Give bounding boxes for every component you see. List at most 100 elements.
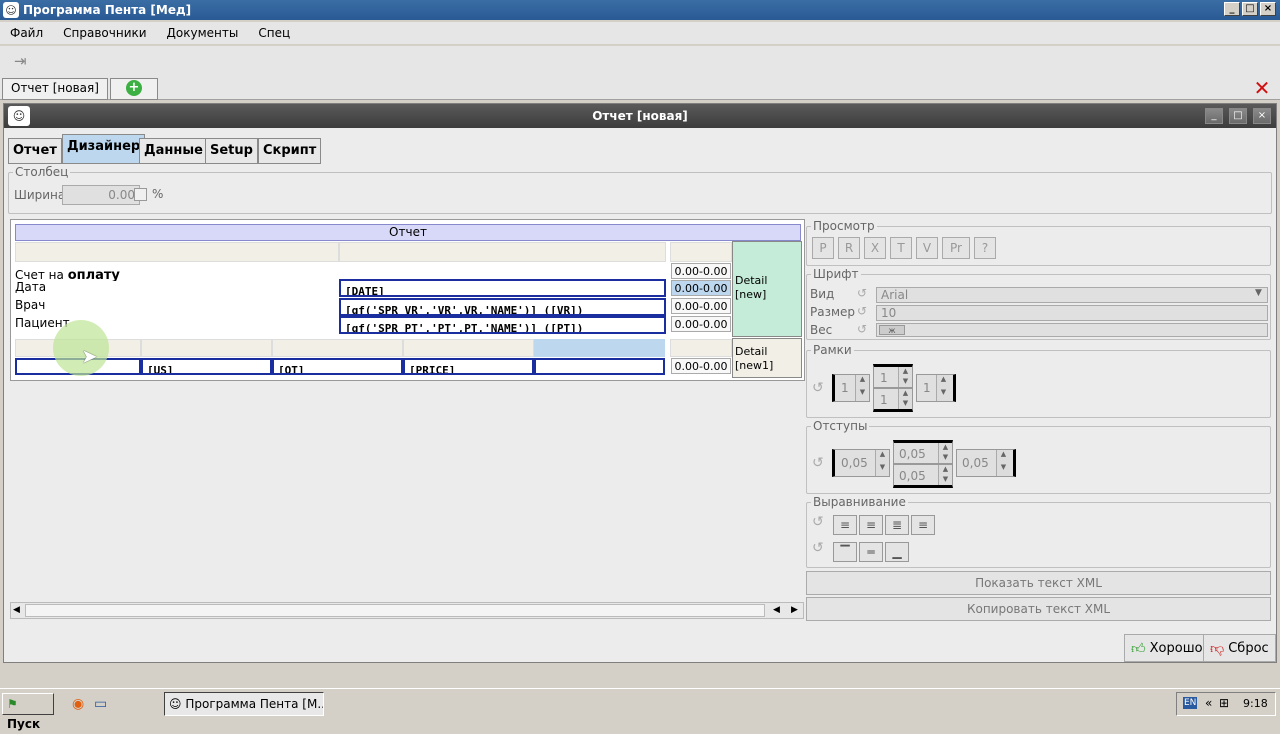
font-weight-field[interactable]: ж	[876, 323, 1268, 337]
reset-icon[interactable]: ↺	[812, 455, 824, 471]
taskbar-app-button[interactable]: ☺ Программа Пента [М...	[164, 692, 324, 716]
preview-v-button[interactable]: V	[916, 237, 938, 259]
align-center-icon[interactable]: ≡	[859, 515, 883, 535]
language-indicator[interactable]: EN	[1183, 697, 1198, 709]
border-left-stepper[interactable]: 1 ▲ ▼	[832, 374, 870, 402]
date-label[interactable]: Дата	[15, 280, 339, 297]
show-xml-button[interactable]: Показать текст XML	[806, 571, 1271, 595]
preview-pr-button[interactable]: Pr	[942, 237, 970, 259]
detail-new1-label[interactable]: Detail [new1]	[732, 338, 802, 378]
row-range[interactable]: 0.00-0.00	[671, 298, 731, 314]
menu-file[interactable]: Файл	[0, 26, 53, 40]
reset-icon[interactable]: ↺	[857, 286, 867, 300]
desktop-icon[interactable]: ▭	[94, 696, 107, 712]
padding-top-stepper[interactable]: 0,05 ▲ ▼	[893, 440, 953, 464]
detail-new-label[interactable]: Detail [new]	[732, 241, 802, 337]
detail-field[interactable]	[534, 358, 665, 375]
inner-minimize-button[interactable]: _	[1205, 108, 1223, 124]
chevron-down-icon[interactable]: ▼	[1255, 288, 1262, 298]
menu-references[interactable]: Справочники	[53, 26, 156, 40]
inner-maximize-button[interactable]: □	[1229, 108, 1247, 124]
start-button[interactable]: ⚑ Пуск	[2, 693, 54, 731]
spin-down-icon[interactable]: ▼	[898, 399, 912, 409]
preview-t-button[interactable]: T	[890, 237, 912, 259]
spin-up-icon[interactable]: ▲	[898, 367, 912, 377]
clock[interactable]: 9:18	[1243, 697, 1268, 710]
tray-expand-icon[interactable]: «	[1205, 696, 1212, 710]
padding-left-stepper[interactable]: 0,05 ▲ ▼	[832, 449, 890, 477]
preview-help-button[interactable]: ?	[974, 237, 996, 259]
valign-bottom-icon[interactable]: ▁	[885, 542, 909, 562]
spin-down-icon[interactable]: ▼	[938, 475, 952, 485]
copy-xml-button[interactable]: Копировать текст XML	[806, 597, 1271, 621]
designer-canvas[interactable]: Отчет Счет на оплату 0.00-0.00 Дата [DAT…	[10, 219, 805, 381]
close-button[interactable]: ×	[1260, 2, 1276, 16]
align-right-icon[interactable]: ≡	[911, 515, 935, 535]
doctor-label[interactable]: Врач	[15, 298, 339, 315]
padding-bottom-stepper[interactable]: 0,05 ▲ ▼	[893, 464, 953, 488]
inner-close-button[interactable]: ×	[1253, 108, 1271, 124]
doc-tab-report-new[interactable]: Отчет [новая]	[2, 78, 108, 100]
spin-up-icon[interactable]: ▲	[938, 465, 952, 475]
reset-icon[interactable]: ↺	[812, 540, 824, 556]
tab-data[interactable]: Данные	[139, 138, 208, 164]
spin-down-icon[interactable]: ▼	[938, 453, 952, 463]
width-input[interactable]: 0.00	[62, 185, 140, 205]
scroll-right-icon[interactable]: ▶	[791, 605, 798, 615]
row-range[interactable]: 0.00-0.00	[671, 280, 731, 296]
row-range[interactable]: 0.00-0.00	[671, 358, 731, 374]
ok-button[interactable]: 👍︎ Хорошо	[1124, 634, 1210, 662]
maximize-button[interactable]: □	[1242, 2, 1258, 16]
firefox-icon[interactable]: ◉	[72, 696, 84, 712]
add-tab-button[interactable]: +	[110, 78, 158, 100]
font-size-input[interactable]: 10	[876, 305, 1268, 321]
menu-special[interactable]: Спец	[248, 26, 300, 40]
row-range[interactable]: 0.00-0.00	[671, 316, 731, 332]
spin-up-icon[interactable]: ▲	[996, 450, 1010, 463]
align-left-icon[interactable]: ≡	[833, 515, 857, 535]
reset-icon[interactable]: ↺	[812, 380, 824, 396]
tab-setup[interactable]: Setup	[205, 138, 258, 164]
padding-right-stepper[interactable]: 0,05 ▲ ▼	[956, 449, 1016, 477]
price-field[interactable]: [PRICE]	[403, 358, 534, 375]
spin-down-icon[interactable]: ▼	[855, 388, 869, 401]
border-top-stepper[interactable]: 1 ▲ ▼	[873, 364, 913, 388]
percent-checkbox[interactable]	[134, 188, 147, 201]
close-doc-icon[interactable]: ✕	[1252, 78, 1272, 98]
scroll-left-icon[interactable]: ◀	[13, 605, 20, 615]
row-range[interactable]: 0.00-0.00	[671, 263, 731, 279]
font-family-select[interactable]: Arial	[876, 287, 1268, 303]
tab-script[interactable]: Скрипт	[258, 138, 322, 164]
doctor-field[interactable]: [gf('SPR_VR','VR',VR,'NAME')] ([VR])	[339, 298, 666, 316]
service-field[interactable]: [US]	[141, 358, 272, 375]
reset-icon[interactable]: ↺	[857, 304, 867, 318]
spin-down-icon[interactable]: ▼	[875, 463, 889, 476]
date-field[interactable]: [DATE]	[339, 279, 666, 297]
spin-up-icon[interactable]: ▲	[898, 389, 912, 399]
font-weight-toggle[interactable]: ж	[879, 325, 905, 335]
reset-button[interactable]: 👎︎ Сброс	[1203, 634, 1276, 662]
scroll-thumb[interactable]	[25, 604, 765, 617]
patient-field[interactable]: [gf('SPR_PT','PT',PT,'NAME')] ([PT])	[339, 316, 666, 334]
border-bottom-stepper[interactable]: 1 ▲ ▼	[873, 388, 913, 412]
valign-top-icon[interactable]: ▔	[833, 542, 857, 562]
menu-documents[interactable]: Документы	[157, 26, 249, 40]
tab-report[interactable]: Отчет	[8, 138, 62, 164]
minimize-button[interactable]: _	[1224, 2, 1240, 16]
preview-p-button[interactable]: P	[812, 237, 834, 259]
quantity-field[interactable]: [QT]	[272, 358, 403, 375]
scroll-left-icon[interactable]: ◀	[773, 605, 780, 615]
spin-up-icon[interactable]: ▲	[938, 443, 952, 453]
reset-icon[interactable]: ↺	[812, 514, 824, 530]
preview-x-button[interactable]: X	[864, 237, 886, 259]
spin-up-icon[interactable]: ▲	[875, 450, 889, 463]
designer-scrollbar[interactable]: ◀ ◀ ▶	[10, 602, 804, 619]
spin-down-icon[interactable]: ▼	[898, 377, 912, 387]
preview-r-button[interactable]: R	[838, 237, 860, 259]
invoice-label[interactable]: Счет на оплату	[15, 264, 339, 281]
tab-designer[interactable]: Дизайнер	[62, 134, 146, 164]
spin-up-icon[interactable]: ▲	[936, 375, 950, 388]
reset-icon[interactable]: ↺	[857, 322, 867, 336]
spin-down-icon[interactable]: ▼	[996, 463, 1010, 476]
report-header[interactable]: Отчет	[15, 224, 801, 241]
